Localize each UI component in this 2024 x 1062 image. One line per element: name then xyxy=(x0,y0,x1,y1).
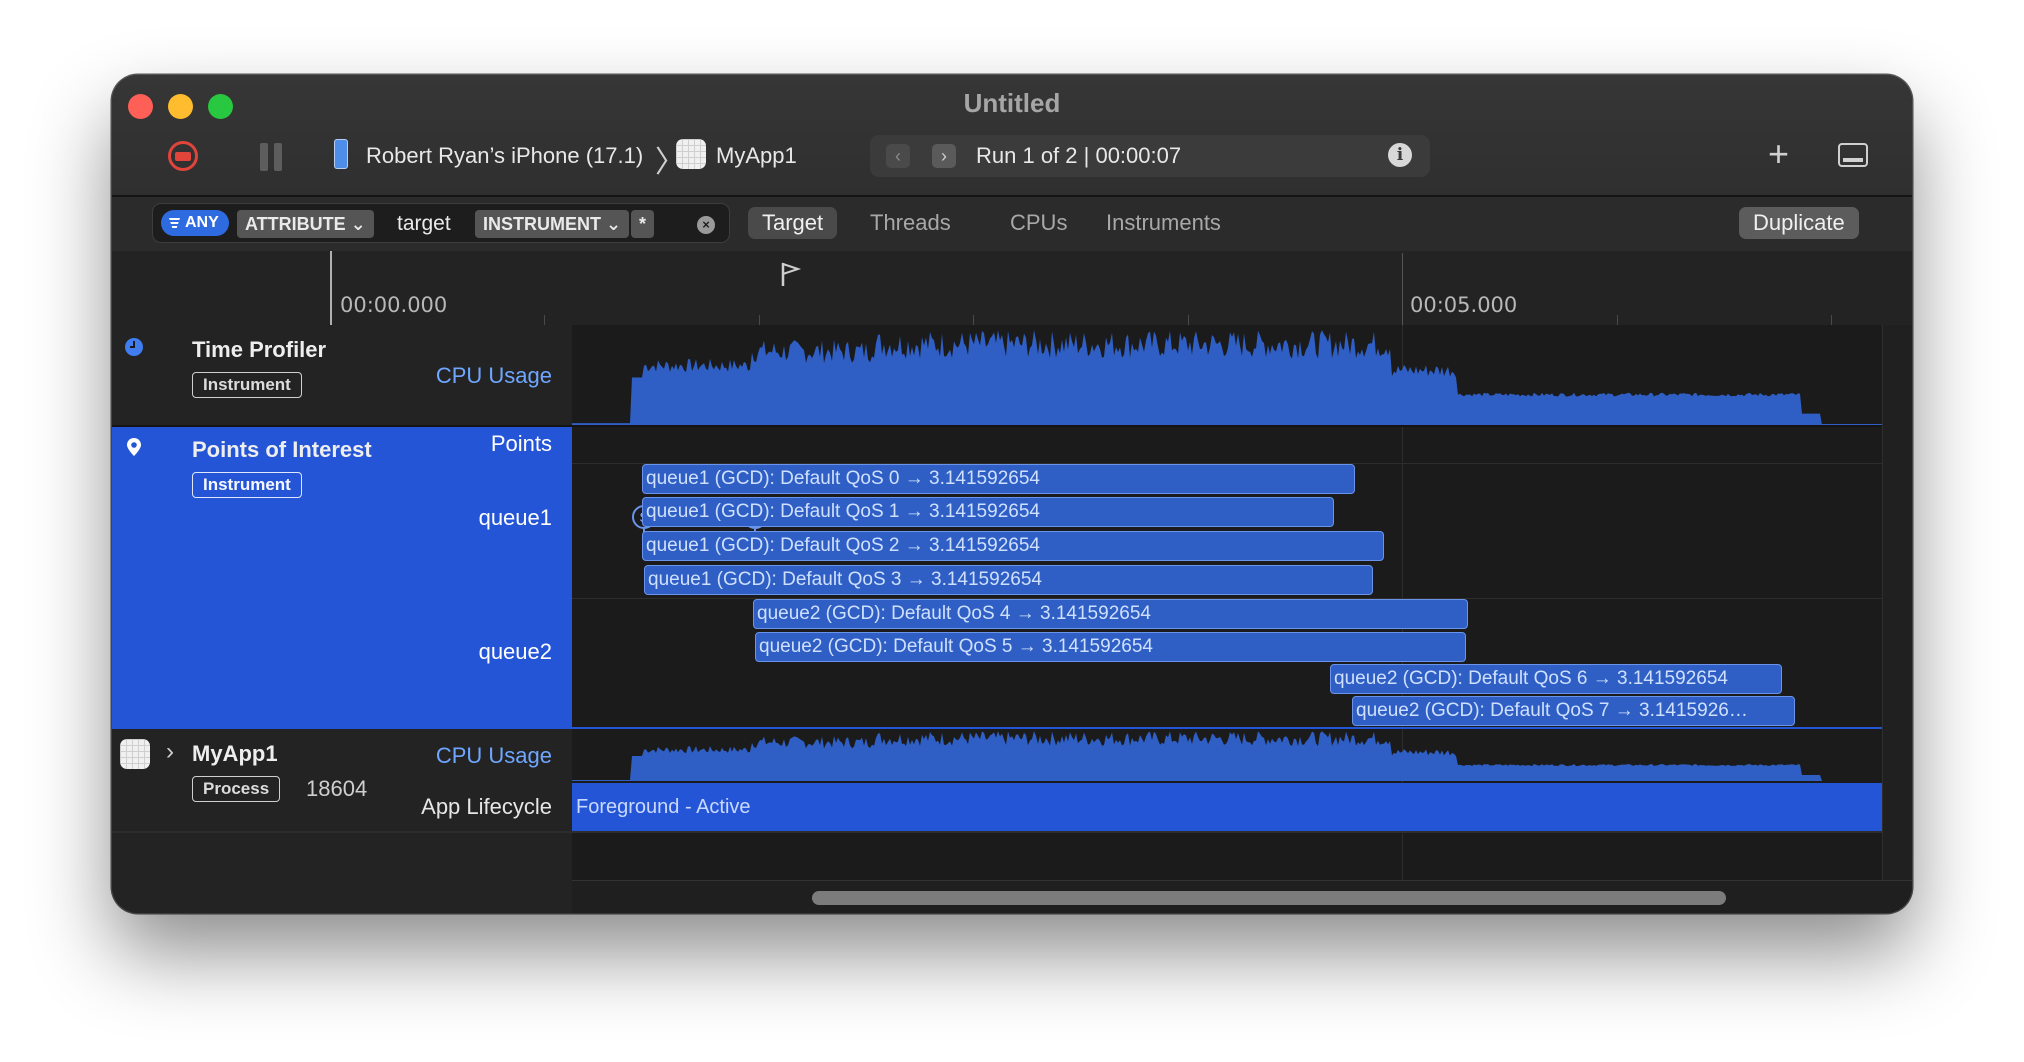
instrument-value-token[interactable]: * xyxy=(631,210,655,238)
poi-title: Points of Interest xyxy=(192,437,372,462)
time-profiler-badge: Instrument xyxy=(192,372,302,398)
process-cpu-usage-label[interactable]: CPU Usage xyxy=(436,743,552,769)
any-token-label: ANY xyxy=(185,214,219,231)
ruler-minor-tick xyxy=(973,315,974,325)
window-title: Untitled xyxy=(963,88,1061,118)
pause-icon[interactable] xyxy=(260,143,286,171)
iphone-icon[interactable] xyxy=(334,139,348,169)
poi-interval-bar[interactable]: queue2 (GCD): Default QoS 7 → 3.1415926… xyxy=(1352,696,1795,726)
time-profiler-cpu-usage-label[interactable]: CPU Usage xyxy=(436,363,552,389)
flag-icon[interactable] xyxy=(780,261,802,287)
ruler-minor-tick xyxy=(1617,315,1618,325)
ruler-label-start: 00:00.000 xyxy=(340,293,448,317)
poi-interval-bar[interactable]: queue1 (GCD): Default QoS 3 → 3.14159265… xyxy=(644,565,1373,595)
tab-threads[interactable]: Threads xyxy=(856,207,965,239)
chevron-left-icon[interactable]: ‹ xyxy=(886,144,910,168)
chevron-right-icon[interactable]: › xyxy=(166,738,174,766)
target-app-selector[interactable]: MyApp1 xyxy=(716,143,797,169)
time-profiler-title[interactable]: Time Profiler xyxy=(192,337,326,363)
clear-icon[interactable]: × xyxy=(697,216,715,234)
run-label: Run 1 of 2 | 00:00:07 xyxy=(976,143,1182,168)
duplicate-button[interactable]: Duplicate xyxy=(1739,207,1859,239)
right-gutter xyxy=(1882,325,1912,880)
poi-queue1-label[interactable]: queue1 xyxy=(479,505,552,531)
ruler-label-5s: 00:05.000 xyxy=(1410,293,1518,317)
attribute-token[interactable]: ATTRIBUTE ⌄ xyxy=(237,210,374,238)
plus-icon[interactable]: + xyxy=(1768,133,1789,175)
process-badge: Process xyxy=(192,776,281,802)
poi-points-label[interactable]: Points xyxy=(491,431,552,457)
app-icon[interactable] xyxy=(676,139,706,169)
location-pin-icon xyxy=(127,438,141,456)
time-ruler[interactable]: 00:00.000 00:05.000 xyxy=(112,251,1912,327)
process-cpu-usage-graph[interactable] xyxy=(572,729,1912,781)
chevron-right-icon[interactable]: › xyxy=(932,144,956,168)
ruler-minor-tick xyxy=(1831,315,1832,325)
info-icon[interactable]: i xyxy=(1388,143,1412,167)
poi-interval-bar[interactable]: queue1 (GCD): Default QoS 0 → 3.14159265… xyxy=(642,464,1355,494)
filter-bar: ANY ATTRIBUTE ⌄ target INSTRUMENT ⌄ * × … xyxy=(112,197,1912,253)
poi-interval-bar[interactable]: queue2 (GCD): Default QoS 4 → 3.14159265… xyxy=(753,599,1468,629)
ruler-minor-tick xyxy=(759,315,760,325)
ruler-minor-tick xyxy=(1188,315,1189,325)
instruments-window: Untitled Robert Ryan’s iPhone (17.1) 〉 M… xyxy=(112,75,1912,913)
poi-interval-bar[interactable]: queue2 (GCD): Default QoS 5 → 3.14159265… xyxy=(755,632,1466,662)
filter-field[interactable]: ANY ATTRIBUTE ⌄ target INSTRUMENT ⌄ * × xyxy=(152,203,730,243)
app-lifecycle-label[interactable]: App Lifecycle xyxy=(421,794,552,820)
toggle-panel-icon[interactable] xyxy=(1838,143,1868,167)
tab-cpus[interactable]: CPUs xyxy=(996,207,1081,239)
inspection-cursor[interactable] xyxy=(330,251,332,325)
filter-icon xyxy=(169,218,180,228)
tab-target[interactable]: Target xyxy=(748,207,838,239)
poi-track-header[interactable]: Points of Interest Instrument Points que… xyxy=(112,427,572,727)
app-lifecycle-bar[interactable]: Foreground - Active xyxy=(572,783,1912,831)
tab-instruments[interactable]: Instruments xyxy=(1092,207,1235,239)
poi-queue2-label[interactable]: queue2 xyxy=(479,639,552,665)
poi-badge: Instrument xyxy=(192,472,302,498)
ruler-minor-tick xyxy=(544,315,545,325)
device-selector[interactable]: Robert Ryan’s iPhone (17.1) xyxy=(366,143,643,169)
app-icon xyxy=(120,739,150,769)
run-selector: ‹ › Run 1 of 2 | 00:00:07 i xyxy=(870,135,1430,177)
process-title[interactable]: MyApp1 xyxy=(192,741,278,767)
attribute-value[interactable]: target xyxy=(397,210,451,238)
record-stop-icon[interactable] xyxy=(168,141,198,171)
process-pid: 18604 xyxy=(306,776,368,801)
instrument-token[interactable]: INSTRUMENT ⌄ xyxy=(475,210,630,238)
poi-interval-bar[interactable]: queue1 (GCD): Default QoS 2 → 3.14159265… xyxy=(642,531,1384,561)
cpu-usage-graph[interactable] xyxy=(572,325,1912,425)
title-bar: Untitled Robert Ryan’s iPhone (17.1) 〉 M… xyxy=(112,75,1912,197)
track-divider xyxy=(112,831,1912,833)
poi-interval-bar[interactable]: queue2 (GCD): Default QoS 6 → 3.14159265… xyxy=(1330,664,1782,694)
scrollbar-thumb[interactable] xyxy=(812,891,1726,905)
ruler-major-tick xyxy=(1402,253,1403,325)
any-token[interactable]: ANY xyxy=(161,210,229,236)
poi-interval-bar[interactable]: queue1 (GCD): Default QoS 1 → 3.14159265… xyxy=(642,497,1334,527)
clock-icon xyxy=(125,338,143,356)
